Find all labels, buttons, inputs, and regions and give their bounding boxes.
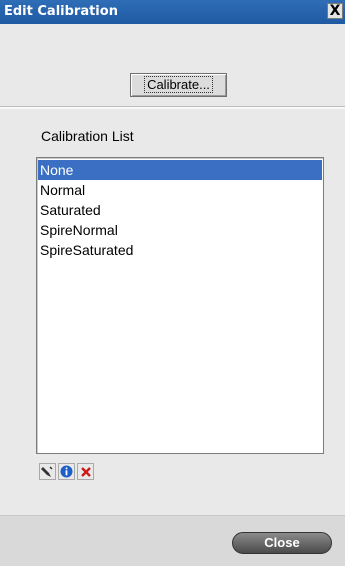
close-window-icon[interactable]: X <box>327 3 343 19</box>
window-title: Edit Calibration <box>4 4 118 19</box>
edit-button[interactable] <box>39 463 56 480</box>
delete-button[interactable] <box>77 463 94 480</box>
list-item[interactable]: SpireNormal <box>38 220 322 240</box>
edit-calibration-dialog: Edit Calibration X Calibrate... Calibrat… <box>0 0 345 566</box>
edit-icon <box>41 466 53 477</box>
divider <box>0 106 345 109</box>
list-item[interactable]: None <box>38 160 322 180</box>
close-button[interactable]: Close <box>232 532 332 554</box>
title-bar: Edit Calibration X <box>0 0 345 24</box>
top-panel: Calibrate... <box>0 24 345 106</box>
list-actions-toolbar <box>39 463 94 481</box>
list-item[interactable]: Normal <box>38 180 322 200</box>
info-button[interactable] <box>58 463 75 480</box>
calibration-listbox[interactable]: None Normal Saturated SpireNormal SpireS… <box>36 157 324 454</box>
delete-icon <box>80 466 91 477</box>
calibrate-button[interactable]: Calibrate... <box>130 73 227 97</box>
calibrate-button-label: Calibrate... <box>144 76 213 93</box>
info-icon <box>60 465 73 478</box>
list-item[interactable]: Saturated <box>38 200 322 220</box>
list-item[interactable]: SpireSaturated <box>38 240 322 260</box>
calibration-list-label: Calibration List <box>41 128 134 144</box>
footer: Close <box>0 515 345 566</box>
